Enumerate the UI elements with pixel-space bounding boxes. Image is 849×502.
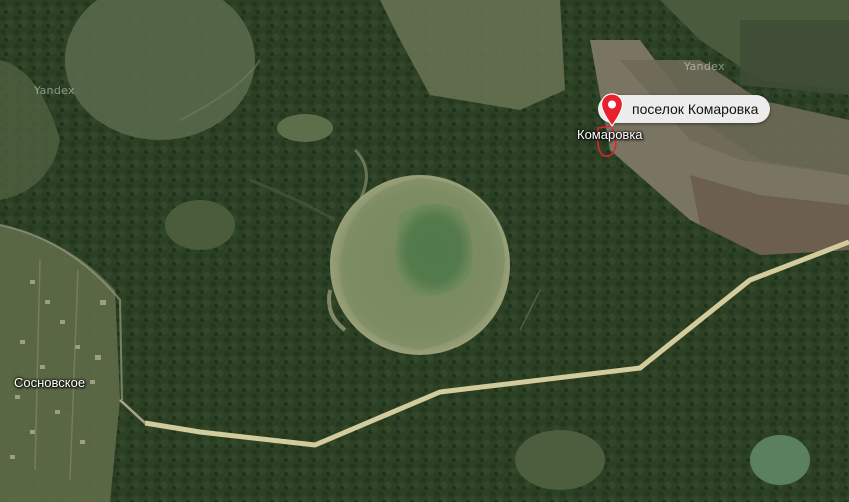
place-label-sosnovskoe[interactable]: Сосновское bbox=[14, 375, 85, 390]
yandex-watermark: Yandex bbox=[684, 60, 725, 73]
yandex-watermark: Yandex bbox=[34, 84, 75, 97]
location-pin-callout[interactable]: поселок Комаровка bbox=[598, 93, 771, 127]
map-pin-icon[interactable] bbox=[600, 93, 624, 127]
place-label-komarovka[interactable]: Комаровка bbox=[577, 127, 643, 142]
satellite-map[interactable]: Yandex Yandex Комаровка Сосновское посел… bbox=[0, 0, 849, 502]
satellite-imagery bbox=[0, 0, 849, 502]
